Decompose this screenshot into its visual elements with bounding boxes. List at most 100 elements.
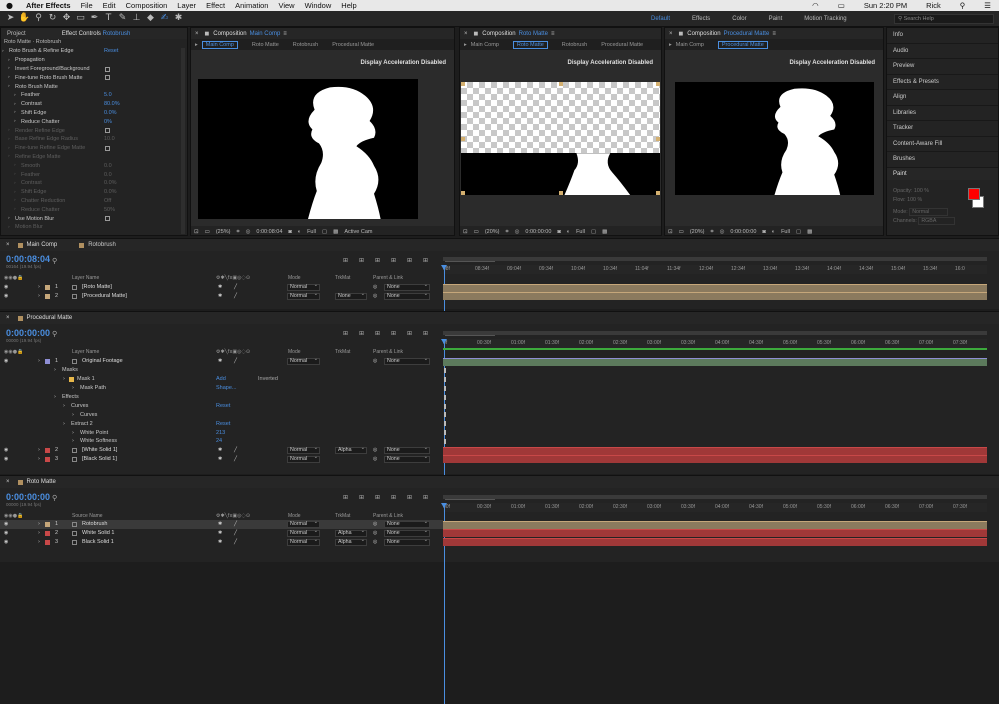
keyframe-marker[interactable]	[444, 367, 446, 373]
roto-brush-tool-icon[interactable]: ✍	[158, 12, 171, 25]
grid-icon[interactable]: ⌗	[236, 229, 239, 236]
effect-property-checkbox[interactable]	[105, 145, 110, 151]
graph-editor-icon[interactable]: ⊞	[423, 494, 428, 501]
blend-mode-dropdown[interactable]: Normal	[287, 529, 320, 537]
parent-pick-whip-icon[interactable]: ◎	[373, 447, 377, 453]
disclosure-triangle-icon[interactable]: ›	[14, 163, 16, 168]
disclosure-triangle-icon[interactable]: ›	[63, 403, 65, 409]
disclosure-triangle-icon[interactable]: ›	[72, 385, 74, 391]
blend-mode-dropdown[interactable]: Normal	[287, 455, 320, 463]
effect-property-row[interactable]: › Render Refine Edge	[1, 126, 187, 135]
graph-editor-icon[interactable]: ⊞	[423, 257, 428, 264]
layer-handle[interactable]	[461, 82, 465, 86]
effect-property-row[interactable]: › Contrast 0.0%	[1, 179, 187, 188]
shy-icon[interactable]: ⊞	[375, 494, 380, 501]
disclosure-triangle-icon[interactable]: ›	[14, 207, 16, 212]
disclosure-triangle-icon[interactable]: ›	[38, 293, 40, 299]
quality-switch-icon[interactable]: ╱	[234, 358, 237, 364]
effect-property-value[interactable]: 0.0%	[104, 180, 117, 186]
disclosure-triangle-icon[interactable]: ›	[8, 146, 10, 151]
parent-dropdown[interactable]: None	[384, 520, 430, 528]
blend-mode-dropdown[interactable]: Normal	[287, 283, 320, 291]
parent-dropdown[interactable]: None	[384, 446, 430, 454]
menu-edit[interactable]: Edit	[103, 1, 116, 10]
layer-name[interactable]: White Solid 1	[82, 530, 114, 536]
disclosure-triangle-icon[interactable]: ›	[38, 447, 40, 453]
comp-flow-icon[interactable]: ⊞	[343, 257, 348, 264]
effect-property-row[interactable]: › Motion Blur	[1, 223, 187, 232]
panel-tab-content-aware-fill[interactable]: Content-Aware Fill	[887, 137, 998, 152]
panel-tab-brushes[interactable]: Brushes	[887, 152, 998, 168]
disclosure-triangle-icon[interactable]: ›	[72, 438, 74, 444]
disclosure-triangle-icon[interactable]: ›	[72, 412, 74, 418]
label-color-swatch[interactable]	[45, 285, 50, 290]
panel-tab-tracker[interactable]: Tracker	[887, 121, 998, 137]
label-color-swatch[interactable]	[45, 448, 50, 453]
disclosure-triangle-icon[interactable]: ›	[14, 110, 16, 115]
keyframe-marker[interactable]	[444, 412, 446, 418]
track-matte-dropdown[interactable]: Alpha	[335, 538, 367, 546]
disclosure-triangle-icon[interactable]: ›	[38, 521, 40, 527]
motion-blur-icon[interactable]: ⊞	[407, 257, 412, 264]
timeline-zoom-slider[interactable]	[445, 335, 495, 336]
effect-property-row[interactable]: › Use Motion Blur	[1, 214, 187, 223]
region-of-interest-icon[interactable]: ▢	[796, 229, 801, 235]
mask-visibility-icon[interactable]: ◎	[720, 229, 725, 235]
property-row[interactable]: › Mask 1 Add Inverted	[0, 375, 446, 384]
column-header-mode[interactable]: Mode	[288, 275, 301, 281]
region-of-interest-icon[interactable]: ▢	[591, 229, 596, 235]
layer-handle[interactable]	[461, 137, 465, 141]
work-area-bar[interactable]	[443, 331, 987, 335]
lock-icon[interactable]: ■	[474, 31, 479, 37]
panel-menu-icon[interactable]: ≡	[551, 31, 555, 37]
effect-property-value[interactable]: 10.0	[104, 136, 115, 142]
parent-dropdown[interactable]: None	[384, 357, 430, 365]
playhead-handle[interactable]	[441, 265, 447, 270]
zoom-tool-icon[interactable]: ⚲	[32, 12, 45, 25]
label-color-swatch[interactable]	[45, 539, 50, 545]
layer-handle[interactable]	[656, 191, 660, 195]
property-value[interactable]: Reset	[216, 403, 230, 409]
layer-search-icon[interactable]: ⚲	[52, 330, 66, 338]
close-tab-icon[interactable]: ×	[195, 31, 199, 37]
battery-icon[interactable]: ▭	[838, 1, 845, 10]
clock[interactable]: Sun 2:20 PM	[864, 1, 907, 10]
breadcrumb-item[interactable]: Procedural Matte	[332, 42, 374, 48]
effect-property-value[interactable]: 80.0%	[104, 101, 120, 107]
clone-stamp-tool-icon[interactable]: ⊥	[130, 12, 143, 25]
property-value[interactable]: Reset	[216, 421, 230, 427]
eraser-tool-icon[interactable]: ◆	[144, 12, 157, 25]
disclosure-triangle-icon[interactable]: ›	[54, 367, 56, 373]
visibility-eye-icon[interactable]: ◉	[4, 293, 8, 299]
monitor-icon[interactable]: ▭	[205, 229, 210, 235]
resolution-select[interactable]: Full	[576, 229, 585, 235]
grid-icon[interactable]: ⌗	[505, 229, 508, 236]
menu-effect[interactable]: Effect	[206, 1, 225, 10]
effect-property-row[interactable]: › Roto Brush Matte	[1, 82, 187, 91]
disclosure-triangle-icon[interactable]: ›	[14, 181, 16, 186]
menu-window[interactable]: Window	[305, 1, 332, 10]
column-header-parent[interactable]: Parent & Link	[373, 513, 403, 519]
lock-icon[interactable]: ■	[679, 31, 684, 37]
draft-3d-icon[interactable]: ⊞	[359, 494, 364, 501]
quality-switch-icon[interactable]: ╱	[234, 456, 237, 462]
menu-file[interactable]: File	[81, 1, 93, 10]
layer-duration-bar[interactable]	[443, 292, 987, 301]
disclosure-triangle-icon[interactable]: ›	[38, 456, 40, 462]
effect-property-row[interactable]: › Shift Edge 0.0%	[1, 109, 187, 118]
breadcrumb-item[interactable]: Rotobrush	[562, 42, 587, 48]
keyframe-marker[interactable]	[444, 403, 446, 409]
time-ruler[interactable]: 00f 00:30f 01:00f 01:30f 02:00f 02:30f 03:00f 0…	[443, 503, 987, 512]
parent-dropdown[interactable]: None	[384, 292, 430, 300]
panel-menu-icon[interactable]: ≡	[772, 31, 776, 37]
transparency-grid-icon[interactable]: ▩	[602, 229, 607, 235]
shy-icon[interactable]: ⊞	[375, 330, 380, 337]
parent-dropdown[interactable]: None	[384, 455, 430, 463]
time-ruler[interactable]: 0f 00:30f 01:00f 01:30f 02:00f 02:30f 03:00f 03…	[443, 339, 987, 348]
visibility-eye-icon[interactable]: ◉	[4, 358, 8, 364]
track-matte-dropdown[interactable]: Alpha	[335, 529, 367, 537]
effect-property-value[interactable]: 5.0	[104, 92, 112, 98]
frame-blending-icon[interactable]: ⊞	[391, 494, 396, 501]
disclosure-triangle-icon[interactable]: ›	[38, 358, 40, 364]
disclosure-triangle-icon[interactable]: ›	[14, 119, 16, 124]
